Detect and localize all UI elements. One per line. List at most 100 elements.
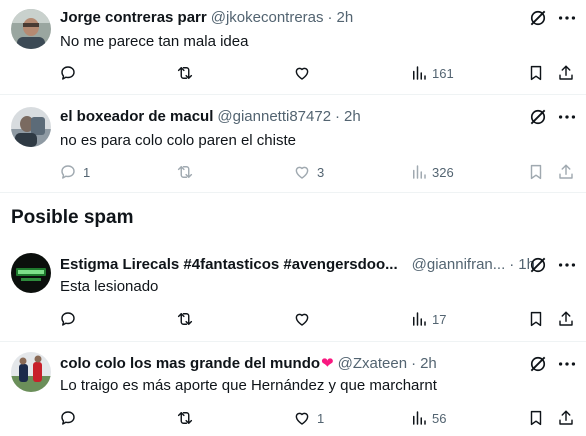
author-handle[interactable]: @giannetti87472 [217,107,331,127]
grok-icon[interactable] [528,255,548,275]
share-icon [559,65,573,80]
tweet[interactable]: colo colo los mas grande del mundo ❤ @Zx… [0,342,586,436]
separator: · [335,108,341,125]
avatar[interactable] [11,107,51,147]
view-count: 17 [432,311,447,327]
grok-icon[interactable] [528,107,548,127]
avatar[interactable] [11,352,51,392]
tweet-text: No me parece tan mala idea [60,33,249,50]
bookmark-icon [530,410,542,426]
heart-icon [295,313,309,326]
share-icon [559,311,573,326]
repost-button[interactable] [176,308,206,330]
views-button[interactable]: 326 [410,161,454,183]
tweet[interactable]: el boxeador de macul @giannetti87472 · 2… [0,95,586,192]
timestamp[interactable]: 2h [344,107,361,127]
section-title: Posible spam [11,207,134,228]
repost-button[interactable] [176,62,206,84]
reply-icon [61,411,75,425]
tweet-actions: 1 56 [0,407,586,429]
like-count: 1 [317,410,325,426]
tweet-actions: 161 [0,62,586,84]
tweet-header: Estigma Lirecals #4fantasticos #avengers… [60,255,535,275]
reply-icon [61,312,75,326]
bookmark-icon [530,311,542,327]
views-button[interactable]: 17 [410,308,446,330]
share-button[interactable] [557,308,575,330]
share-button[interactable] [557,62,575,84]
bookmark-icon [530,65,542,81]
bookmark-button[interactable] [527,161,545,183]
repost-icon [177,166,193,178]
like-button[interactable]: 3 [293,161,324,183]
tweet-header: el boxeador de macul @giannetti87472 · 2… [60,107,361,127]
timestamp[interactable]: 2h [337,8,354,28]
author-name[interactable]: el boxeador de macul [60,107,213,127]
repost-button[interactable] [176,407,206,429]
heart-icon [295,67,309,80]
like-button[interactable] [293,62,323,84]
tweet-text: Esta lesionado [60,278,159,295]
heart-emoji: ❤ [321,355,334,372]
views-button[interactable]: 161 [410,62,454,84]
repost-button[interactable] [176,161,206,183]
share-button[interactable] [557,161,575,183]
tweet-actions: 17 [0,308,586,330]
author-name[interactable]: Jorge contreras parr [60,8,207,28]
view-count: 56 [432,410,447,426]
like-button[interactable]: 1 [293,407,324,429]
author-handle[interactable]: @Zxateen [338,354,407,374]
tweet-text: Lo traigo es más aporte que Hernández y … [60,377,437,394]
repost-icon [177,67,193,79]
author-name[interactable]: colo colo los mas grande del mundo [60,354,320,374]
bookmark-icon [530,164,542,180]
views-icon [413,66,426,80]
tweet[interactable]: Jorge contreras parr @jkokecontreras · 2… [0,0,586,94]
tweet-text: no es para colo colo paren el chiste [60,132,296,149]
share-button[interactable] [557,407,575,429]
view-count: 161 [432,65,454,81]
reply-button[interactable] [59,62,89,84]
separator: · [509,256,515,273]
views-icon [413,312,426,326]
views-icon [413,411,426,425]
more-icon[interactable] [556,354,578,374]
author-handle[interactable]: @giannifran... [412,255,506,275]
separator: · [411,355,417,372]
more-icon[interactable] [556,8,578,28]
reply-button[interactable] [59,407,89,429]
reply-count: 1 [83,164,91,180]
avatar[interactable] [11,9,51,49]
tweet-actions: 1 3 326 [0,161,586,183]
bookmark-button[interactable] [527,308,545,330]
reply-icon [61,66,75,80]
grok-icon[interactable] [528,8,548,28]
bookmark-button[interactable] [527,407,545,429]
reply-button[interactable]: 1 [59,161,90,183]
repost-icon [177,412,193,424]
more-icon[interactable] [556,107,578,127]
heart-icon [295,166,309,179]
reply-button[interactable] [59,308,89,330]
share-icon [559,410,573,425]
share-icon [559,164,573,179]
tweet-header: colo colo los mas grande del mundo ❤ @Zx… [60,354,437,374]
timestamp[interactable]: 2h [420,354,437,374]
avatar[interactable] [11,253,51,293]
tweet-header: Jorge contreras parr @jkokecontreras · 2… [60,8,353,28]
like-button[interactable] [293,308,323,330]
view-count: 326 [432,164,454,180]
views-icon [413,165,426,179]
repost-icon [177,313,193,325]
tweet[interactable]: Estigma Lirecals #4fantasticos #avengers… [0,243,586,341]
like-count: 3 [317,164,325,180]
author-name[interactable]: Estigma Lirecals #4fantasticos #avengers… [60,255,398,275]
author-handle[interactable]: @jkokecontreras [211,8,324,28]
more-icon[interactable] [556,255,578,275]
reply-icon [61,165,75,179]
grok-icon[interactable] [528,354,548,374]
bookmark-button[interactable] [527,62,545,84]
heart-icon [295,412,309,425]
separator: · [327,9,333,26]
views-button[interactable]: 56 [410,407,446,429]
